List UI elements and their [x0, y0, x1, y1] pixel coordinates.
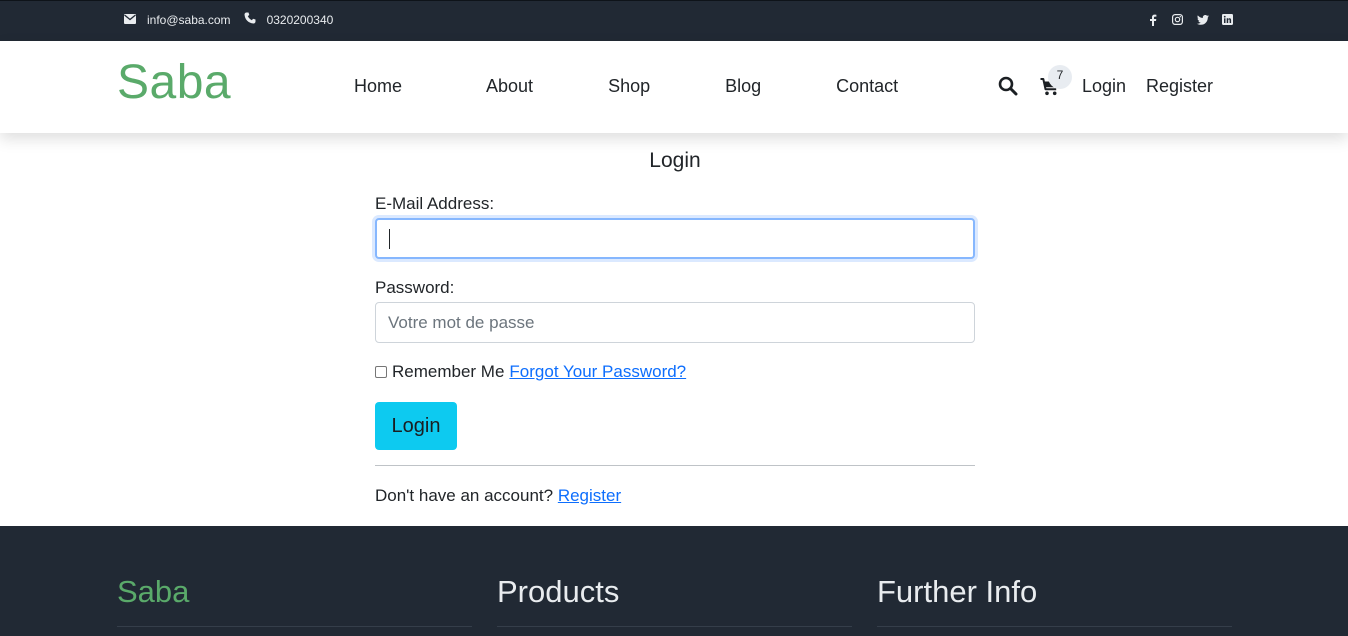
- phone-icon: [244, 12, 256, 27]
- register-link[interactable]: Register: [558, 486, 621, 505]
- footer-brand-title: Saba: [117, 574, 190, 609]
- page-title: Login: [649, 149, 701, 172]
- top-contact-bar: info@saba.com 0320200340: [0, 0, 1348, 41]
- nav-contact[interactable]: Contact: [836, 76, 898, 97]
- email-label: E-Mail Address:: [375, 194, 495, 213]
- password-label: Password:: [375, 278, 455, 297]
- footer-divider: [877, 626, 1232, 627]
- envelope-icon: [124, 13, 136, 27]
- footer-divider: [117, 626, 472, 627]
- remember-row: Remember Me Forgot Your Password?: [375, 362, 686, 382]
- contact-phone[interactable]: 0320200340: [267, 13, 334, 27]
- social-links: [1146, 13, 1234, 26]
- twitter-icon[interactable]: [1196, 13, 1209, 26]
- contact-info: info@saba.com 0320200340: [124, 12, 346, 27]
- instagram-icon[interactable]: [1171, 13, 1184, 26]
- password-field[interactable]: Votre mot de passe: [375, 302, 975, 343]
- header-register-link[interactable]: Register: [1146, 76, 1213, 97]
- footer-info-title: Further Info: [877, 574, 1038, 609]
- nav-shop[interactable]: Shop: [608, 76, 650, 97]
- remember-checkbox[interactable]: [375, 366, 387, 378]
- divider: [375, 465, 975, 466]
- no-account-text: Don't have an account?: [375, 486, 554, 505]
- cart-count-badge: 7: [1048, 65, 1072, 89]
- footer-products-column: Products: [497, 574, 852, 627]
- nav-blog[interactable]: Blog: [725, 76, 761, 97]
- footer-info-column: Further Info: [877, 574, 1232, 627]
- no-account-row: Don't have an account? Register: [375, 486, 621, 506]
- facebook-icon[interactable]: [1146, 13, 1159, 26]
- login-button[interactable]: Login: [375, 402, 457, 450]
- search-icon[interactable]: [998, 76, 1018, 96]
- site-footer: Saba Products Further Info: [0, 526, 1348, 636]
- footer-divider: [497, 626, 852, 627]
- text-cursor: [389, 229, 390, 249]
- forgot-password-link[interactable]: Forgot Your Password?: [509, 362, 686, 382]
- nav-about[interactable]: About: [486, 76, 533, 97]
- brand-logo[interactable]: Saba: [117, 55, 231, 110]
- footer-products-title: Products: [497, 574, 620, 609]
- linkedin-icon[interactable]: [1221, 13, 1234, 26]
- site-header: Saba Home About Shop Blog Contact 7 Logi…: [0, 41, 1348, 133]
- header-login-link[interactable]: Login: [1082, 76, 1126, 97]
- contact-email[interactable]: info@saba.com: [147, 13, 231, 27]
- footer-brand-column: Saba: [117, 574, 472, 627]
- email-field[interactable]: [375, 218, 975, 259]
- nav-home[interactable]: Home: [354, 76, 402, 97]
- remember-label[interactable]: Remember Me: [392, 362, 504, 382]
- main-nav: Home About Shop Blog Contact: [354, 76, 898, 97]
